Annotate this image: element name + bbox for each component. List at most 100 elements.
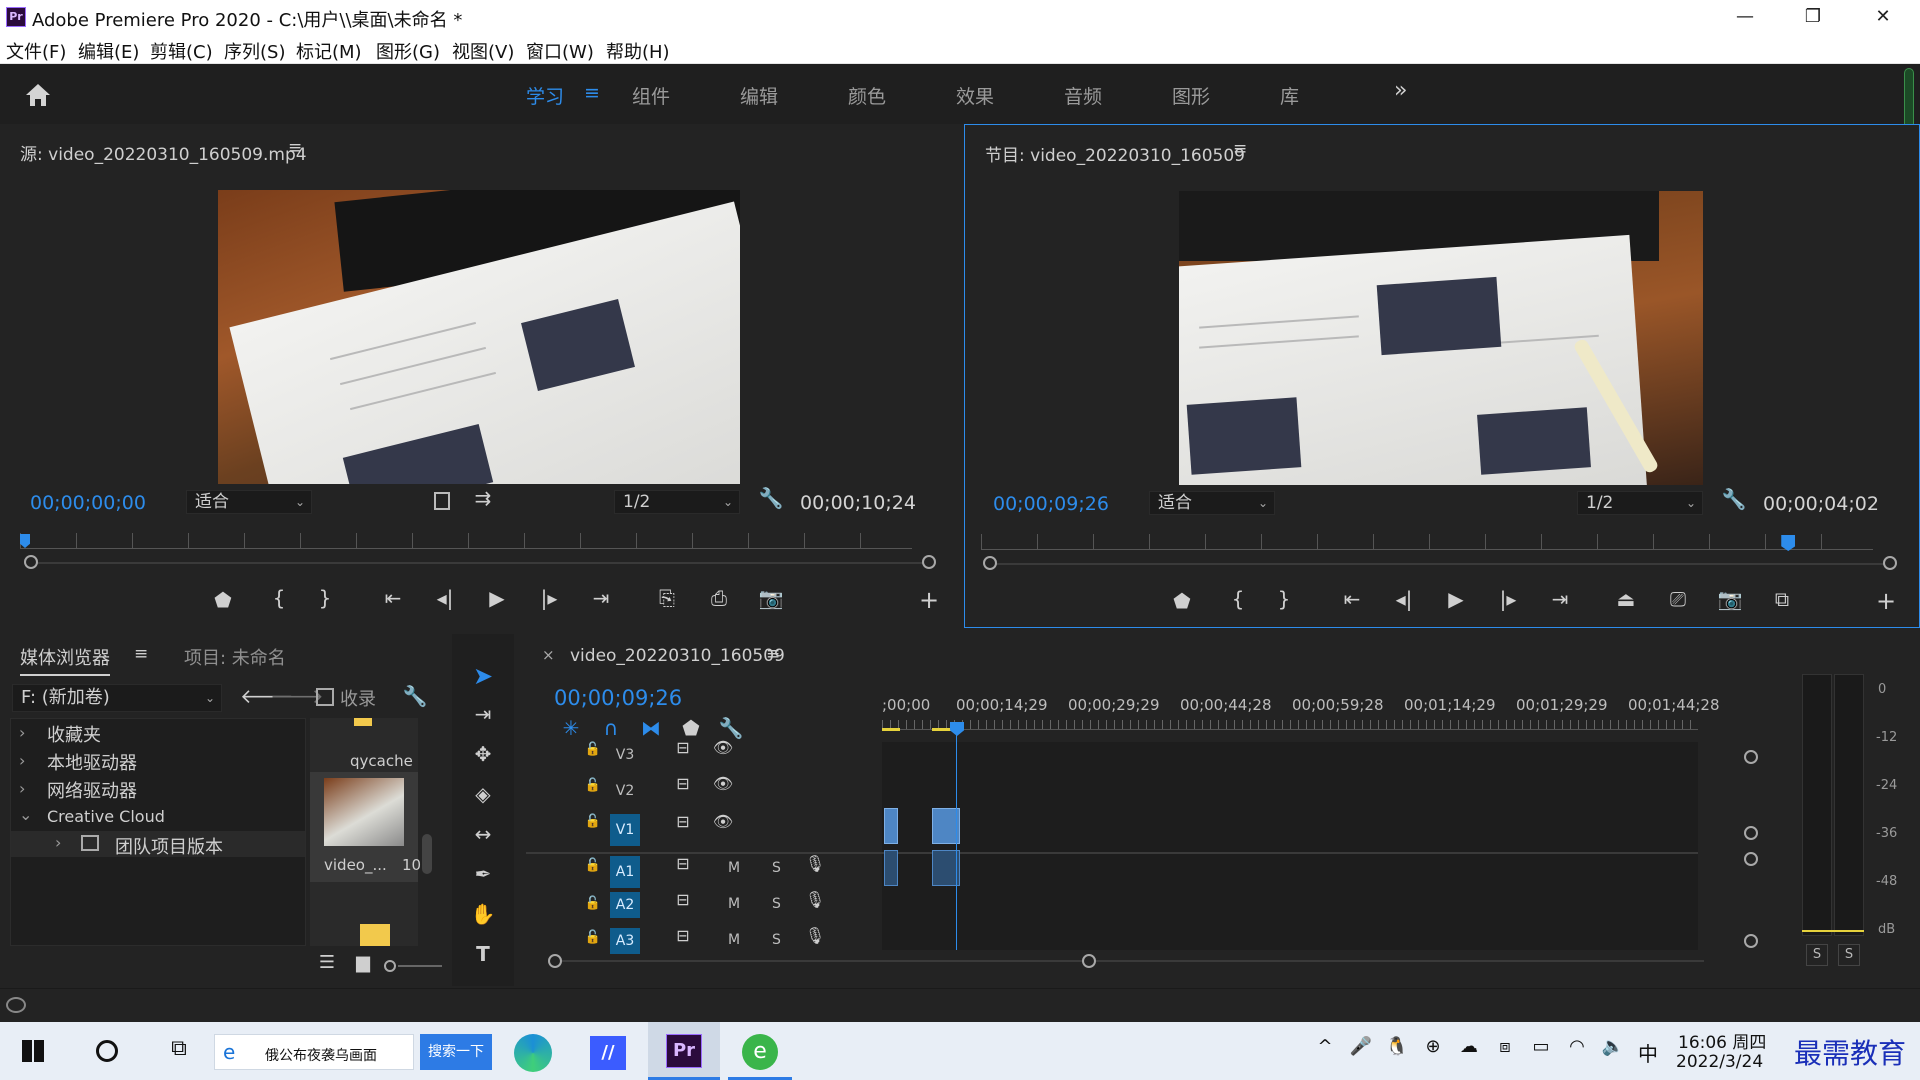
export-frame-icon[interactable]: 📷 xyxy=(1715,587,1745,611)
menu-view[interactable]: 视图(V) xyxy=(452,38,514,64)
menu-marker[interactable]: 标记(M) xyxy=(296,38,362,64)
media-browser-tab[interactable]: 媒体浏览器 xyxy=(20,644,110,676)
tray-expand-icon[interactable]: ^ xyxy=(1310,1036,1340,1057)
tree-caret-icon[interactable]: › xyxy=(19,779,25,798)
play-icon[interactable]: ▶ xyxy=(1441,587,1471,611)
tree-caret-icon[interactable]: ⌄ xyxy=(19,805,32,824)
go-to-out-icon[interactable]: ⇥ xyxy=(586,586,616,610)
list-view-icon[interactable]: ☰ xyxy=(312,952,342,973)
step-forward-icon[interactable]: |▸ xyxy=(1493,587,1523,611)
linked-selection-icon[interactable]: ⧓ xyxy=(636,716,666,740)
track-label-v2[interactable]: V2 xyxy=(610,778,640,804)
video-clip[interactable] xyxy=(884,808,898,844)
wifi-icon[interactable]: ◠ xyxy=(1562,1036,1592,1057)
workspace-overflow-icon[interactable]: » xyxy=(1394,78,1407,103)
taskbar-premiere-active[interactable]: Pr xyxy=(648,1022,720,1080)
track-label-a2[interactable]: A2 xyxy=(610,892,640,918)
lock-icon[interactable]: 🔓 xyxy=(578,778,608,793)
menu-graphics[interactable]: 图形(G) xyxy=(376,38,440,64)
menu-sequence[interactable]: 序列(S) xyxy=(224,38,285,64)
taskbar-browser[interactable]: e xyxy=(728,1022,792,1080)
slip-tool-icon[interactable]: ↔ xyxy=(468,822,498,846)
go-to-in-icon[interactable]: ⇤ xyxy=(378,586,408,610)
solo-button[interactable]: S xyxy=(772,896,781,912)
clock-date[interactable]: 2022/3/24 xyxy=(1676,1052,1763,1072)
source-zoom-handle-right[interactable] xyxy=(922,555,936,569)
workspace-tab-editing[interactable]: 编辑 xyxy=(740,82,778,109)
cortana-icon[interactable] xyxy=(96,1040,118,1062)
timeline-scroll-handle-right[interactable] xyxy=(1082,954,1096,968)
mark-out-icon[interactable]: } xyxy=(310,586,340,610)
mute-button[interactable]: M xyxy=(728,896,740,912)
ingest-checkbox[interactable] xyxy=(316,688,334,706)
program-monitor-title[interactable]: 节目: video_20220310_160509 xyxy=(985,141,1245,166)
menu-help[interactable]: 帮助(H) xyxy=(606,38,670,64)
program-time-ruler[interactable] xyxy=(981,534,1873,550)
mute-button[interactable]: M xyxy=(728,932,740,948)
eye-icon[interactable]: 👁 xyxy=(708,812,738,831)
add-marker-icon[interactable]: ⬟ xyxy=(208,588,238,612)
pen-tool-icon[interactable]: ✒ xyxy=(468,862,498,886)
track-label-v3[interactable]: V3 xyxy=(610,742,640,768)
microphone-icon[interactable]: 🎤 xyxy=(1346,1036,1376,1057)
track-zoom-handle[interactable] xyxy=(1744,750,1758,764)
tree-item-network-drives[interactable]: 网络驱动器 xyxy=(47,777,137,803)
sync-lock-icon[interactable]: ⊟ xyxy=(668,890,698,909)
timeline-ruler[interactable] xyxy=(882,720,1698,730)
menu-edit[interactable]: 编辑(E) xyxy=(78,38,139,64)
workspace-tab-graphics[interactable]: 图形 xyxy=(1172,82,1210,109)
safe-margins-icon[interactable] xyxy=(434,492,450,510)
lock-icon[interactable]: 🔓 xyxy=(578,814,608,829)
lift-icon[interactable]: ⏏ xyxy=(1611,587,1641,611)
sync-lock-icon[interactable]: ⊟ xyxy=(668,738,698,757)
button-editor-icon[interactable]: + xyxy=(1871,587,1901,615)
source-scrubber-track[interactable] xyxy=(32,562,928,564)
lock-icon[interactable]: 🔓 xyxy=(578,858,608,873)
minimize-button[interactable]: — xyxy=(1712,0,1778,34)
play-icon[interactable]: ▶ xyxy=(482,586,512,610)
windows-start-icon[interactable] xyxy=(22,1040,44,1062)
tree-caret-icon[interactable]: › xyxy=(19,723,25,742)
source-timecode[interactable]: 00;00;00;00 xyxy=(30,492,146,514)
cloud-tray-icon[interactable]: ☁ xyxy=(1454,1036,1484,1057)
icon-view-icon[interactable]: ▆ xyxy=(348,952,378,973)
timeline-timecode[interactable]: 00;00;09;26 xyxy=(554,686,682,710)
nest-icon[interactable]: ✳ xyxy=(556,716,586,740)
program-resolution-dropdown[interactable]: 1/2 ⌄ xyxy=(1577,491,1703,515)
microphone-icon[interactable]: 🎙 xyxy=(800,890,830,909)
source-panel-menu-icon[interactable]: ≡ xyxy=(288,138,302,158)
eye-icon[interactable]: 👁 xyxy=(708,738,738,757)
sync-lock-icon[interactable]: ⊟ xyxy=(668,812,698,831)
wrench-icon[interactable]: 🔧 xyxy=(756,486,786,510)
plus-tray-icon[interactable]: ⊕ xyxy=(1418,1036,1448,1057)
step-back-icon[interactable]: ◂| xyxy=(1389,587,1419,611)
add-marker-icon[interactable]: ⬟ xyxy=(1167,589,1197,613)
wrench-icon[interactable]: 🔧 xyxy=(400,684,430,708)
track-select-tool-icon[interactable]: ⇥ xyxy=(468,702,498,726)
solo-button[interactable]: S xyxy=(772,860,781,876)
solo-right-button[interactable]: S xyxy=(1838,944,1860,966)
source-zoom-handle-left[interactable] xyxy=(24,555,38,569)
zoom-slider-track[interactable] xyxy=(398,965,442,967)
selection-tool-icon[interactable]: ➤ xyxy=(468,662,498,690)
timeline-playhead[interactable] xyxy=(950,722,964,736)
add-marker-icon[interactable]: ⬟ xyxy=(676,716,706,740)
edge-icon[interactable] xyxy=(514,1034,552,1072)
creative-cloud-icon[interactable] xyxy=(6,997,26,1013)
workspace-tab-libraries[interactable]: 库 xyxy=(1280,82,1299,109)
microphone-icon[interactable]: 🎙 xyxy=(800,854,830,873)
drag-video-icon[interactable]: ⇉ xyxy=(468,486,498,510)
track-zoom-handle[interactable] xyxy=(1744,826,1758,840)
tree-item-team-project-versions[interactable]: 团队项目版本 xyxy=(115,833,223,859)
track-area-audio[interactable] xyxy=(882,908,1698,950)
sync-lock-icon[interactable]: ⊟ xyxy=(668,774,698,793)
tree-item-creative-cloud[interactable]: Creative Cloud xyxy=(47,807,165,826)
program-fit-dropdown[interactable]: 适合 ⌄ xyxy=(1149,491,1275,515)
forward-arrow-icon[interactable]: 🡒 xyxy=(270,684,324,708)
wrench-icon[interactable]: 🔧 xyxy=(716,716,746,740)
audio-clip[interactable] xyxy=(884,850,898,886)
comparison-view-icon[interactable]: ⧉ xyxy=(1767,587,1797,611)
project-tab[interactable]: 项目: 未命名 xyxy=(184,644,286,670)
overwrite-icon[interactable]: ⎙ xyxy=(704,586,734,610)
lock-icon[interactable]: 🔓 xyxy=(578,896,608,911)
